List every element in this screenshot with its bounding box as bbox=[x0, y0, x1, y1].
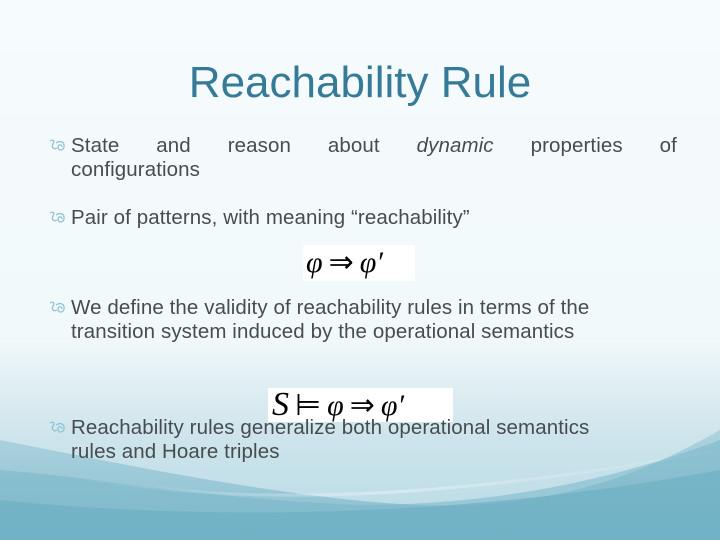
word: properties bbox=[530, 134, 623, 157]
slide: Reachability Rule State and reason about… bbox=[0, 0, 720, 540]
slide-title: Reachability Rule bbox=[188, 58, 532, 107]
word: about bbox=[327, 134, 380, 157]
bullet-item: Pair of patterns, with meaning “reachabi… bbox=[47, 206, 677, 230]
bullet-item: State and reason about dynamic propertie… bbox=[47, 134, 677, 182]
word: of bbox=[659, 134, 677, 157]
flourish-bullet-icon bbox=[49, 211, 65, 223]
bullet-text: Pair of patterns, with meaning “reachabi… bbox=[71, 206, 470, 229]
italic-word: dynamic bbox=[416, 134, 494, 157]
flourish-bullet-icon bbox=[49, 421, 65, 433]
formula-rhs: φ′ bbox=[359, 246, 383, 279]
bullet-line: rules and Hoare triples bbox=[71, 440, 280, 463]
formula-reachability-rule: φ ⇒ φ′ bbox=[303, 245, 415, 281]
flourish-bullet-icon bbox=[49, 139, 65, 151]
bullet-line: We define the validity of reachability r… bbox=[71, 296, 590, 319]
flourish-bullet-icon bbox=[49, 301, 65, 313]
word: and bbox=[156, 134, 191, 157]
formula-lhs: φ bbox=[306, 246, 323, 279]
bullet-line: State and reason about dynamic propertie… bbox=[71, 134, 677, 158]
word: reason bbox=[227, 134, 291, 157]
bullet-line: transition system induced by the operati… bbox=[71, 320, 575, 343]
bullet-line: Reachability rules generalize both opera… bbox=[71, 416, 590, 439]
bullet-item: We define the validity of reachability r… bbox=[47, 296, 677, 344]
word: State bbox=[71, 134, 120, 157]
bullet-item: Reachability rules generalize both opera… bbox=[47, 416, 677, 464]
formula-arrow: ⇒ bbox=[328, 246, 354, 279]
bullet-line: configurations bbox=[71, 158, 201, 181]
